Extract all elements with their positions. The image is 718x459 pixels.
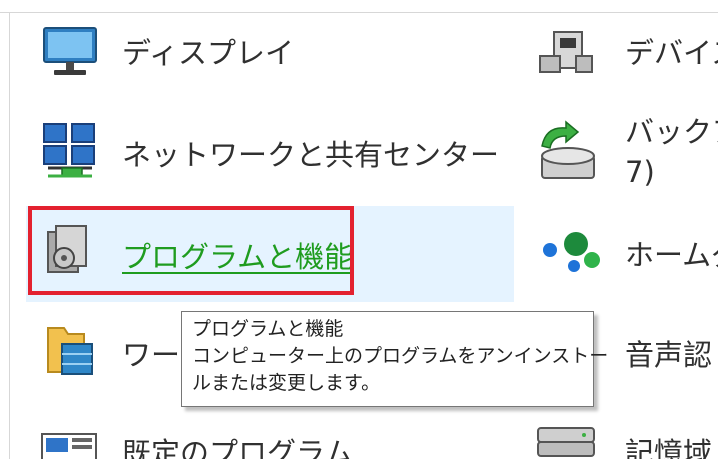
speech-label: 音声認 xyxy=(625,338,713,372)
storage-item[interactable]: 記憶域 xyxy=(625,428,712,459)
tooltip: プログラムと機能 コンピューター上のプログラムをアンインストー ルまたは変更しま… xyxy=(181,311,609,407)
backup-restore-icon[interactable] xyxy=(532,118,600,188)
backup-label-line2: 7) xyxy=(625,155,655,189)
homegroup-item[interactable]: ホームグ xyxy=(625,230,718,276)
default-programs-icon[interactable] xyxy=(40,432,100,459)
backup-label-line1: バックア xyxy=(625,115,718,149)
display-label: ディスプレイ xyxy=(122,36,294,70)
speech-item[interactable]: 音声認 xyxy=(625,330,712,376)
storage-icon[interactable] xyxy=(532,420,600,459)
top-border xyxy=(0,12,718,13)
default-programs-item[interactable]: 既定のプログラム xyxy=(122,428,353,459)
default-programs-label: 既定のプログラム xyxy=(122,436,354,459)
homegroup-icon[interactable] xyxy=(538,226,602,276)
monitor-icon[interactable] xyxy=(40,24,100,80)
network-label: ネットワークと共有センター xyxy=(122,138,500,172)
network-item[interactable]: ネットワークと共有センター xyxy=(122,130,499,176)
device-printer-icon[interactable] xyxy=(536,26,596,78)
highlight-box xyxy=(28,206,354,295)
network-icon[interactable] xyxy=(40,118,100,184)
left-border xyxy=(9,12,10,459)
devices-item[interactable]: デバイス xyxy=(625,28,718,74)
storage-label: 記憶域 xyxy=(625,436,713,459)
tooltip-title: プログラムと機能 xyxy=(192,318,344,340)
tooltip-line2: ルまたは変更します。 xyxy=(192,372,381,394)
homegroup-label: ホームグ xyxy=(625,238,718,272)
tooltip-line1: コンピューター上のプログラムをアンインストー xyxy=(192,345,609,367)
devices-label: デバイス xyxy=(625,36,718,70)
work-folders-icon[interactable] xyxy=(44,318,96,378)
display-item[interactable]: ディスプレイ xyxy=(122,28,294,74)
backup-item[interactable]: バックア 7) xyxy=(625,112,718,202)
control-panel-view: ディスプレイ ネットワークと共有センター プログラムと機能 ワーク 既定のプログ… xyxy=(0,0,718,459)
